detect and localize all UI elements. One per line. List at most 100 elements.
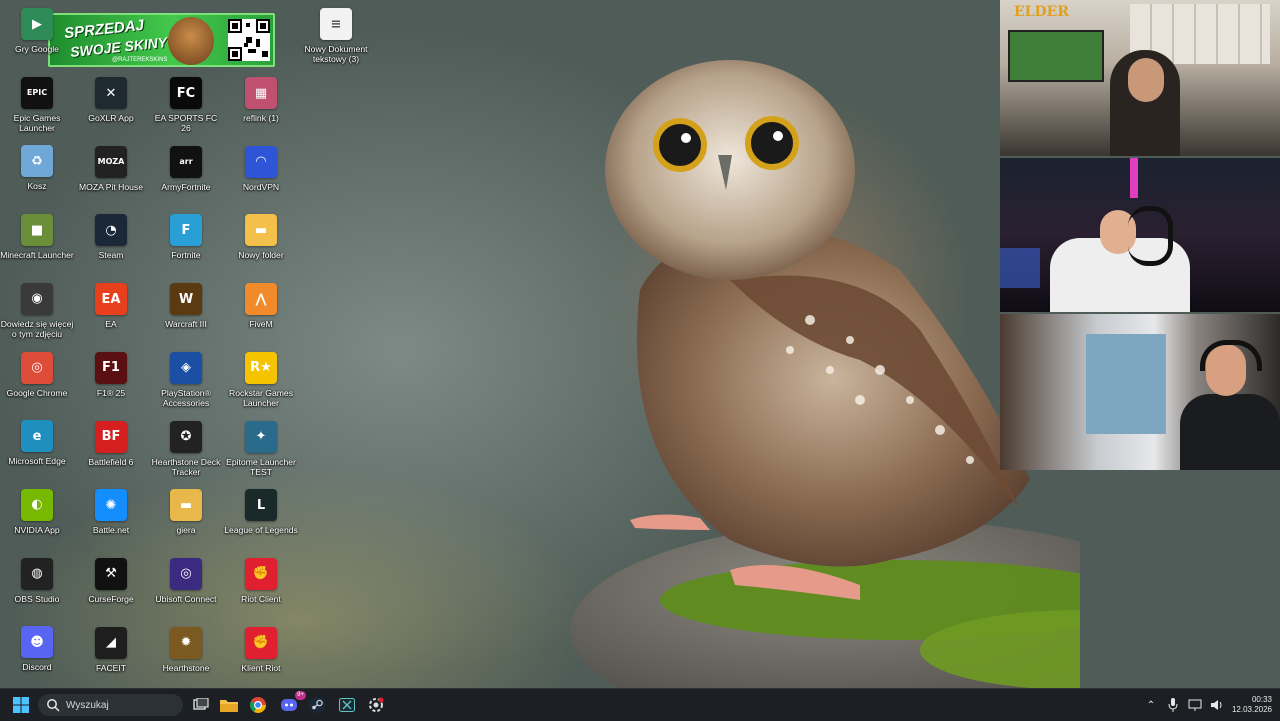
desktop-icon[interactable]: L League of Legends — [224, 489, 298, 535]
desktop-icon[interactable]: ✊ Riot Client — [224, 557, 298, 604]
desktop-icon[interactable]: ⚒ CurseForge — [74, 557, 148, 604]
edge-icon: e — [21, 420, 53, 453]
desktop-icon[interactable]: ≡ Nowy Dokument tekstowy (3) — [299, 8, 373, 64]
volume-icon[interactable] — [1210, 698, 1224, 712]
desktop-icon-label: EA — [105, 319, 117, 330]
desktop-icon[interactable]: ◈ PlayStation® Accessories — [149, 351, 223, 408]
gear-icon — [369, 697, 384, 712]
taskbar-search[interactable] — [38, 694, 183, 716]
network-icon[interactable] — [1188, 698, 1202, 712]
dog-mascot-icon — [168, 17, 214, 65]
desktop-icon[interactable]: ■ Minecraft Launcher — [0, 214, 74, 260]
desktop-icon[interactable]: ◢ FACEIT — [74, 626, 148, 673]
file-explorer-button[interactable] — [218, 694, 240, 716]
search-input[interactable] — [64, 698, 178, 712]
desktop-icon[interactable]: ☻ Discord — [0, 626, 74, 672]
nordvpn-icon: ◠ — [245, 145, 277, 178]
start-button[interactable] — [10, 694, 32, 716]
task-view-button[interactable] — [190, 694, 212, 716]
desktop-icon[interactable]: ◎ Google Chrome — [0, 351, 74, 398]
f1-icon: F1 — [95, 351, 127, 384]
desktop-icon[interactable]: F Fortnite — [149, 214, 223, 260]
desktop-icon[interactable]: R★ Rockstar Games Launcher — [224, 351, 298, 408]
lol-icon: L — [245, 489, 277, 522]
steam-icon: ◔ — [95, 214, 127, 247]
clock-date: 12.03.2026 — [1231, 705, 1272, 714]
desktop-icon-label: ArmyFortnite — [161, 181, 211, 192]
rockstar-icon: R★ — [245, 351, 277, 384]
desktop-icon-label: Minecraft Launcher — [0, 250, 74, 261]
snipping-taskbar-button[interactable] — [365, 694, 387, 716]
desktop-icon[interactable]: F1 F1® 25 — [74, 351, 148, 398]
desktop-icon[interactable]: FC EA SPORTS FC 26 — [149, 77, 223, 133]
desktop-icon[interactable]: arr ArmyFortnite — [149, 145, 223, 192]
reflink-icon: ▦ — [245, 77, 277, 109]
desktop-icon[interactable]: ◉ Dowiedz się więcej o tym zdjęciu — [0, 282, 74, 339]
folder-icon — [220, 700, 238, 712]
desktop-icon[interactable]: ◍ OBS Studio — [0, 557, 74, 604]
ubisoft-icon: ◎ — [170, 557, 202, 590]
epitome-icon: ✦ — [245, 420, 277, 453]
steam-taskbar-button[interactable] — [306, 694, 328, 716]
discord-taskbar-button[interactable]: 9+ — [278, 691, 306, 716]
promo-handle: @RAJTEREKSKINS — [112, 57, 168, 63]
warcraft-icon: W — [170, 283, 202, 316]
desktop-icon[interactable]: ✦ Epitome Launcher TEST — [224, 420, 298, 477]
desktop-icon[interactable]: ♻ Kosz — [0, 145, 74, 191]
clock[interactable]: 00:33 12.03.2026 — [1232, 695, 1272, 715]
moza-icon: MOZA — [95, 145, 127, 178]
chevron-up-icon[interactable]: ⌃ — [1144, 698, 1158, 712]
desktop-icon[interactable]: ▶ Gry Google — [0, 8, 74, 54]
chrome-taskbar-button[interactable] — [247, 694, 269, 716]
desktop-icon[interactable]: EPIC Epic Games Launcher — [0, 76, 74, 133]
curseforge-icon: ⚒ — [95, 557, 127, 590]
desktop-icon-label: Nowy Dokument tekstowy (3) — [304, 44, 368, 64]
desktop-icon[interactable]: ✕ GoXLR App — [74, 77, 148, 123]
desktop-icon[interactable]: ✪ Hearthstone Deck Tracker — [149, 420, 223, 477]
clock-time: 00:33 — [1251, 695, 1272, 704]
desktop-icon[interactable]: e Microsoft Edge — [0, 420, 74, 466]
battlefield-icon: BF — [95, 420, 127, 453]
desktop-icon-label: OBS Studio — [14, 593, 60, 604]
desktop-icon[interactable]: BF Battlefield 6 — [74, 420, 148, 467]
desktop-icon[interactable]: ◠ NordVPN — [224, 145, 298, 192]
desktop-icon-label: EA SPORTS FC 26 — [154, 113, 218, 133]
taskbar: 9+ ⌃ 00:33 — [0, 688, 1280, 721]
desktop-icon[interactable]: MOZA MOZA Pit House — [74, 145, 148, 192]
desktop-icon[interactable]: ◐ NVIDIA App — [0, 488, 74, 535]
fortnite-icon: F — [170, 214, 202, 247]
desktop-icon[interactable]: ✺ Battle.net — [74, 489, 148, 535]
desktop-icon[interactable]: ▦ reflink (1) — [224, 77, 298, 123]
webcam-overlays: ELDER — [1000, 0, 1280, 470]
hearthstone-icon: ✹ — [170, 626, 202, 659]
google-play-games-icon: ▶ — [21, 8, 53, 40]
desktop-icon[interactable]: ◔ Steam — [74, 214, 148, 260]
desktop-icon[interactable]: ✹ Hearthstone — [149, 626, 223, 673]
desktop-icon-label: Gry Google — [15, 44, 59, 54]
fivem-icon: ⋀ — [245, 283, 277, 316]
desktop-icon[interactable]: W Warcraft III — [149, 283, 223, 329]
desktop-icon-label: Klient Riot — [241, 662, 281, 673]
recycle-bin-icon: ♻ — [21, 145, 53, 178]
desktop-icon-label: Epic Games Launcher — [13, 112, 61, 133]
desktop-icon-label: FACEIT — [95, 662, 127, 673]
ea-fc-icon: FC — [170, 77, 202, 109]
desktop-icon[interactable]: EA EA — [74, 283, 148, 329]
desktop-icon[interactable]: ▬ giera — [149, 489, 223, 535]
desktop-icon[interactable]: ▬ Nowy folder — [224, 214, 298, 260]
spotlight-icon: ◉ — [21, 282, 53, 315]
desktop-icon[interactable]: ✊ Klient Riot — [224, 626, 298, 673]
desktop-icon[interactable]: ◎ Ubisoft Connect — [149, 557, 223, 604]
folder-icon: ▬ — [245, 214, 277, 247]
goxlr-icon: ✕ — [95, 77, 127, 109]
goxlr-taskbar-button[interactable] — [336, 694, 358, 716]
desktop-icon[interactable]: ⋀ FiveM — [224, 283, 298, 329]
desktop-icon-label: Dowiedz się więcej o tym zdjęciu — [0, 318, 74, 339]
desktop-icon-label: F1® 25 — [96, 387, 126, 398]
chrome-icon: ◎ — [21, 351, 53, 384]
desktop-icon-label: giera — [176, 525, 196, 536]
microphone-icon[interactable] — [1166, 698, 1180, 712]
goxlr-icon — [339, 698, 355, 712]
desktop-icon-label: Hearthstone Deck Tracker — [151, 456, 221, 477]
desktop-icon-label: Nowy folder — [238, 250, 284, 261]
